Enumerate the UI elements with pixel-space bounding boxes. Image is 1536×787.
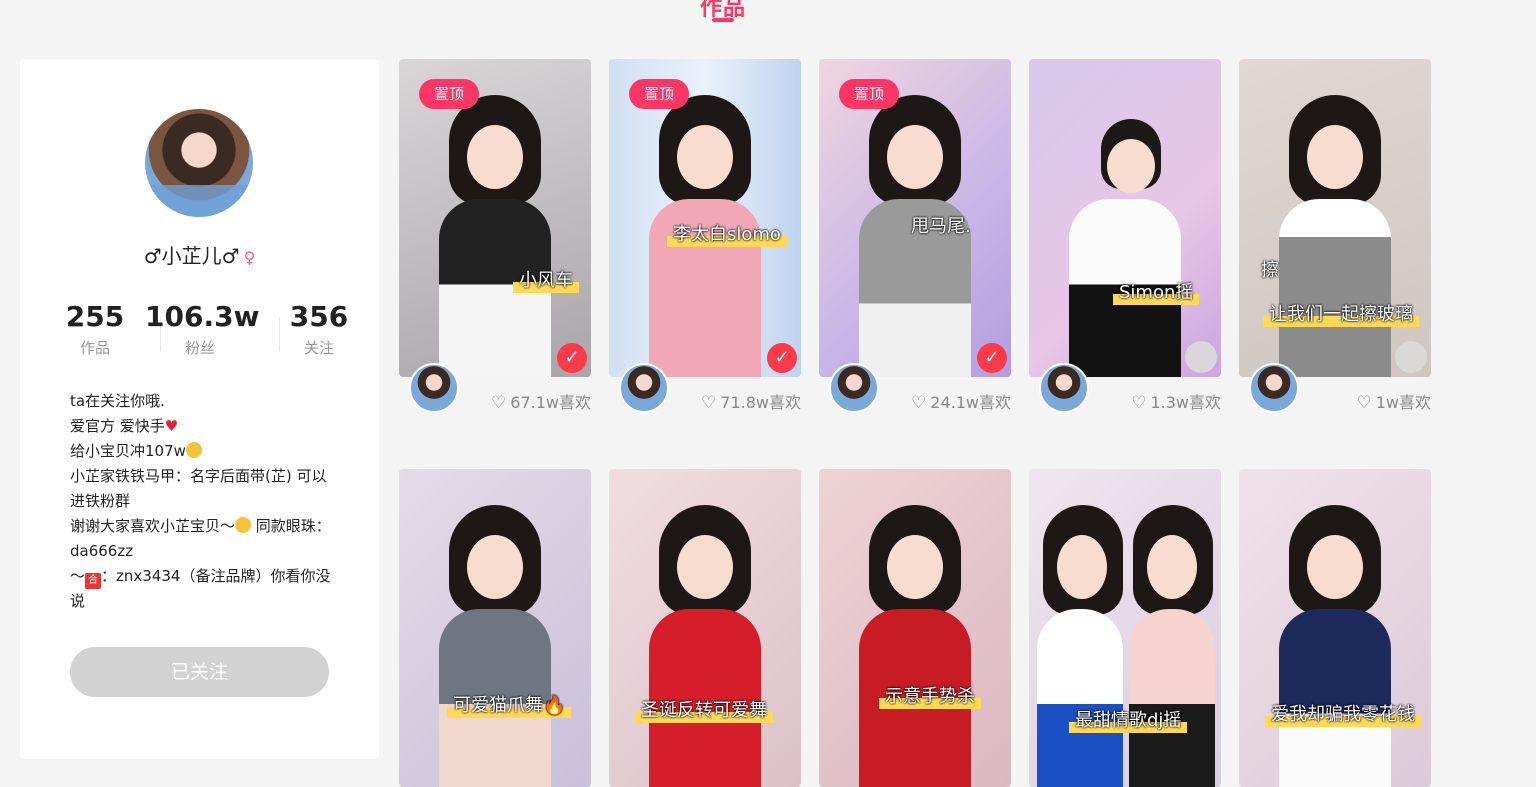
- video-caption: 可爱猫爪舞🔥: [447, 694, 572, 718]
- video-thumbnail[interactable]: 置顶 小风车 ✓: [399, 59, 591, 377]
- video-card[interactable]: Simon摇 ♡ 1.3w喜欢: [1029, 59, 1221, 433]
- heart-outline-icon: ♡: [1131, 393, 1147, 413]
- video-caption: 圣诞反转可爱舞: [635, 699, 773, 723]
- emoji-icon: [185, 442, 202, 458]
- video-thumbnail[interactable]: 擦 让我们一起擦玻璃: [1239, 59, 1431, 377]
- heart-icon: ♥: [164, 417, 179, 435]
- stat-works[interactable]: 255 作品: [40, 299, 150, 358]
- video-thumbnail[interactable]: 爱我却骗我零花钱: [1239, 469, 1431, 787]
- bio-line: 爱官方 爱快手♥: [70, 417, 179, 435]
- video-caption: 示意手势杀: [879, 685, 981, 709]
- check-icon[interactable]: ✓: [977, 343, 1007, 373]
- video-caption: 爱我却骗我零花钱: [1265, 703, 1421, 727]
- likes-count: ♡ 24.1w喜欢: [911, 393, 1011, 413]
- video-card[interactable]: 最甜情歌dj摇: [1029, 469, 1221, 787]
- video-thumbnail[interactable]: 示意手势杀: [819, 469, 1011, 787]
- author-avatar[interactable]: [829, 363, 879, 413]
- video-caption: 让我们一起擦玻璃: [1263, 303, 1419, 327]
- likes-count: ♡ 71.8w喜欢: [701, 393, 801, 413]
- video-card[interactable]: 圣诞反转可爱舞: [609, 469, 801, 787]
- bio-line: ～合：znx3434（备注品牌）你看你没说: [70, 567, 331, 610]
- check-icon[interactable]: ✓: [557, 343, 587, 373]
- video-thumbnail[interactable]: Simon摇: [1029, 59, 1221, 377]
- video-thumbnail[interactable]: 圣诞反转可爱舞: [609, 469, 801, 787]
- video-caption: Simon摇: [1113, 281, 1200, 305]
- heart-outline-icon: ♡: [701, 393, 717, 413]
- heart-outline-icon: ♡: [911, 393, 927, 413]
- stats-bar: 255 作品 106.3w 粉丝 356 关注: [40, 299, 360, 359]
- stat-works-label: 作品: [79, 339, 110, 357]
- author-avatar[interactable]: [1249, 363, 1299, 413]
- bio-line: 给小宝贝冲107w: [70, 439, 335, 464]
- video-caption: 最甜情歌dj摇: [1069, 709, 1188, 733]
- pinned-badge: 置顶: [419, 79, 479, 109]
- stat-following-label: 关注: [303, 339, 334, 357]
- heart-outline-icon: ♡: [1356, 393, 1372, 413]
- video-caption: 李太白slomo: [667, 223, 787, 247]
- select-circle[interactable]: [1395, 341, 1427, 373]
- video-thumbnail[interactable]: 最甜情歌dj摇: [1029, 469, 1221, 787]
- bio-line: 小芷家铁铁马甲：名字后面带(芷) 可以进铁粉群: [70, 467, 327, 510]
- profile-card: ♂小芷儿♂ ♀ 255 作品 106.3w 粉丝 356 关注 ta在关注你哦. …: [20, 59, 379, 759]
- video-card[interactable]: 置顶 李太白slomo ✓ ♡ 71.8w喜欢: [609, 59, 801, 433]
- nickname: ♂小芷儿♂: [143, 244, 240, 268]
- video-card[interactable]: 可爱猫爪舞🔥: [399, 469, 591, 787]
- likes-count: ♡ 1.3w喜欢: [1131, 393, 1221, 413]
- likes-count: ♡ 67.1w喜欢: [491, 393, 591, 413]
- stat-fans-label: 粉丝: [184, 339, 215, 357]
- video-card[interactable]: 置顶 小风车 ✓ ♡ 67.1w喜欢: [399, 59, 591, 433]
- video-thumbnail[interactable]: 置顶 李太白slomo ✓: [609, 59, 801, 377]
- video-card[interactable]: 置顶 甩马尾. ✓ ♡ 24.1w喜欢: [819, 59, 1011, 433]
- select-circle[interactable]: [1185, 341, 1217, 373]
- section-underline: [712, 18, 734, 22]
- video-caption: 擦: [1261, 260, 1279, 281]
- check-icon[interactable]: ✓: [767, 343, 797, 373]
- video-card[interactable]: 擦 让我们一起擦玻璃 ♡ 1w喜欢: [1239, 59, 1431, 433]
- bio: ta在关注你哦. 爱官方 爱快手♥ 给小宝贝冲107w 小芷家铁铁马甲：名字后面…: [70, 389, 335, 614]
- video-caption: 甩马尾.: [911, 216, 971, 237]
- author-avatar[interactable]: [1039, 363, 1089, 413]
- female-gender-icon: ♀: [243, 248, 256, 267]
- author-avatar[interactable]: [409, 363, 459, 413]
- avatar[interactable]: [145, 109, 253, 217]
- nickname-row: ♂小芷儿♂ ♀: [20, 240, 379, 269]
- likes-count: ♡ 1w喜欢: [1356, 393, 1431, 413]
- author-avatar[interactable]: [619, 363, 669, 413]
- stat-following[interactable]: 356 关注: [264, 299, 374, 358]
- video-card[interactable]: 示意手势杀: [819, 469, 1011, 787]
- pinned-badge: 置顶: [839, 79, 899, 109]
- stat-following-count: 356: [289, 300, 349, 333]
- red-packet-icon: 合: [85, 573, 102, 589]
- stat-fans-count: 106.3w: [145, 300, 260, 333]
- bio-line: ta在关注你哦.: [70, 392, 165, 410]
- video-thumbnail[interactable]: 可爱猫爪舞🔥: [399, 469, 591, 787]
- stat-works-count: 255: [65, 300, 125, 333]
- video-thumbnail[interactable]: 置顶 甩马尾. ✓: [819, 59, 1011, 377]
- video-card[interactable]: 爱我却骗我零花钱: [1239, 469, 1431, 787]
- follow-button[interactable]: 已关注: [70, 647, 329, 697]
- stat-fans[interactable]: 106.3w 粉丝: [145, 299, 260, 358]
- bio-line: 谢谢大家喜欢小芷宝贝～ 同款眼珠：da666zz: [70, 517, 331, 560]
- emoji-icon: [235, 517, 252, 533]
- video-caption: 小风车: [513, 269, 579, 293]
- pinned-badge: 置顶: [629, 79, 689, 109]
- heart-outline-icon: ♡: [491, 393, 507, 413]
